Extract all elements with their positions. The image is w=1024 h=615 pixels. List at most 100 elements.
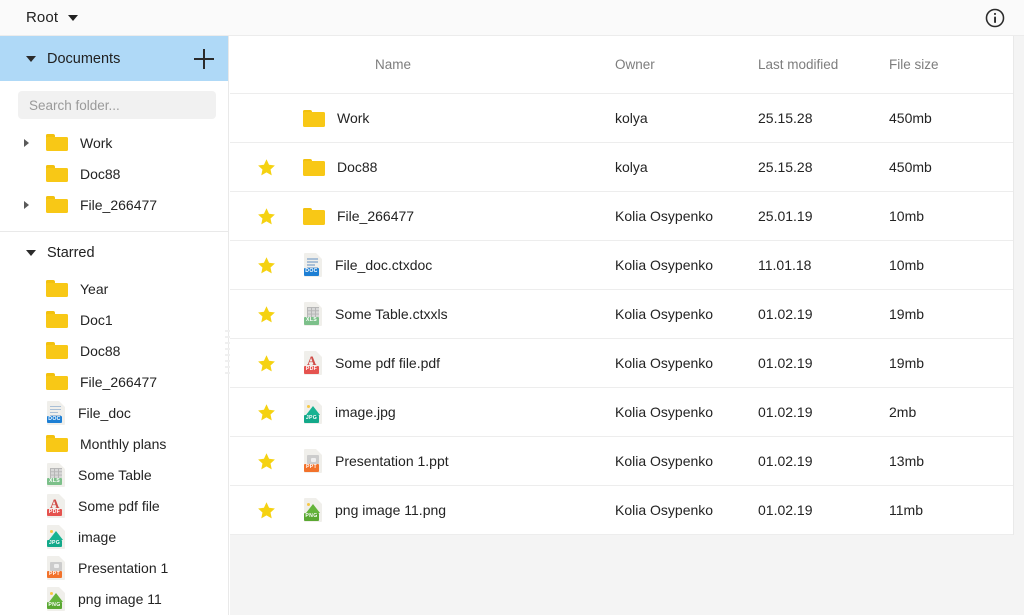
sidebar-starred-item[interactable]: Doc88 [0,335,228,366]
row-star-cell[interactable] [230,452,303,471]
expand-triangle-icon[interactable] [24,138,29,147]
table-row[interactable]: JPG image.jpg Kolia Osypenko 01.02.19 2mb [230,388,1013,437]
table-header-size[interactable]: File size [889,57,1009,72]
table-row[interactable]: Doc88 kolya 25.15.28 450mb [230,143,1013,192]
row-modified-label: 01.02.19 [758,404,813,420]
table-row[interactable]: File_266477 Kolia Osypenko 25.01.19 10mb [230,192,1013,241]
info-circle-icon[interactable] [983,6,1007,30]
xls-file-icon: XLS [303,302,323,326]
tree-item-label: png image 11 [78,590,162,607]
row-star-cell[interactable] [230,158,303,177]
row-name-cell: PPT Presentation 1.ppt [303,449,615,473]
tree-item-label: Some pdf file [78,497,160,514]
sidebar-starred-item[interactable]: A PDF Some pdf file [0,490,228,521]
row-size-label: 13mb [889,453,925,469]
sidebar-starred-item[interactable]: PNG png image 11 [0,583,228,614]
table-row[interactable]: Work kolya 25.15.28 450mb [230,94,1013,143]
root-dropdown[interactable]: Root [22,6,82,29]
star-icon[interactable] [257,158,276,177]
table-body: Work kolya 25.15.28 450mb Doc88 kolya 25.15.28… [230,94,1013,535]
tree-item-label: File_doc [78,404,131,421]
plus-icon[interactable] [194,48,214,69]
sidebar-starred-item[interactable]: XLS Some Table [0,459,228,490]
table-row[interactable]: A PDF Some pdf file.pdf Kolia Osypenko 01.02… [230,339,1013,388]
row-modified-label: 01.02.19 [758,306,813,322]
star-icon[interactable] [257,501,276,520]
star-icon[interactable] [257,305,276,324]
folder-icon [46,342,68,359]
sidebar-section-starred[interactable]: Starred [0,232,228,273]
row-name-cell: PNG png image 11.png [303,498,615,522]
sidebar-starred-item[interactable]: Monthly plans [0,428,228,459]
row-size-label: 10mb [889,257,925,273]
sidebar-starred-item[interactable]: Doc1 [0,304,228,335]
table-row[interactable]: DOC File_doc.ctxdoc Kolia Osypenko 11.01.18… [230,241,1013,290]
folder-icon [46,311,68,328]
star-icon[interactable] [257,354,276,373]
star-icon[interactable] [257,452,276,471]
row-star-cell[interactable] [230,256,303,275]
row-owner-label: Kolia Osypenko [615,355,714,371]
sidebar-starred-item[interactable]: File_266477 [0,366,228,397]
table-row[interactable]: XLS Some Table.ctxxls Kolia Osypenko 01.02.… [230,290,1013,339]
starred-tree: Year Doc1 Doc88 File_266477 DOC File_doc Month… [0,273,228,615]
tree-item-label: File_266477 [80,196,158,213]
folder-icon [303,158,325,176]
star-icon[interactable] [257,256,276,275]
table-header-modified[interactable]: Last modified [758,57,889,72]
table-header-owner[interactable]: Owner [615,57,758,72]
jpg-file-icon: JPG [303,400,323,424]
row-owner-label: Kolia Osypenko [615,502,714,518]
row-star-cell[interactable] [230,354,303,373]
star-icon[interactable] [257,207,276,226]
sidebar-documents-item[interactable]: Doc88 [0,158,228,189]
root-label: Root [26,9,59,26]
row-owner-label: Kolia Osypenko [615,257,714,273]
row-star-cell[interactable] [230,305,303,324]
table-header-row: Name Owner Last modified File size [230,36,1013,94]
row-size-label: 11mb [889,502,923,518]
folder-icon [46,435,68,452]
table-row[interactable]: PPT Presentation 1.ppt Kolia Osypenko 01.02… [230,437,1013,486]
tree-item-label: Some Table [78,466,152,483]
expand-triangle-icon[interactable] [24,200,29,209]
triangle-down-icon [26,249,36,256]
folder-icon [46,280,68,297]
table-header-name[interactable]: Name [303,57,615,72]
row-owner-label: Kolia Osypenko [615,306,714,322]
sidebar-starred-item[interactable]: PPT Presentation 1 [0,552,228,583]
sidebar-section-documents-label: Documents [47,50,121,67]
tree-item-label: image [78,528,117,545]
sidebar-documents-item[interactable]: File_266477 [0,189,228,220]
folder-icon [303,109,325,127]
star-icon[interactable] [257,403,276,422]
sidebar-section-documents[interactable]: Documents [0,36,228,81]
row-modified-label: 25.15.28 [758,159,813,175]
row-name-label: Work [337,110,370,126]
folder-icon [303,207,325,225]
row-name-label: File_doc.ctxdoc [335,257,433,273]
row-star-cell[interactable] [230,501,303,520]
row-name-cell: A PDF Some pdf file.pdf [303,351,615,375]
sidebar-starred-item[interactable]: JPG image [0,521,228,552]
search-input[interactable] [18,91,216,119]
triangle-down-icon [26,55,36,62]
row-modified-label: 01.02.19 [758,453,813,469]
row-name-label: File_266477 [337,208,415,224]
row-name-cell: DOC File_doc.ctxdoc [303,253,615,277]
sidebar-starred-item[interactable]: Year [0,273,228,304]
row-name-label: Doc88 [337,159,378,175]
folder-icon [46,373,68,390]
table-row[interactable]: PNG png image 11.png Kolia Osypenko 01.02.1… [230,486,1013,535]
tree-item-label: Doc88 [80,165,121,182]
folder-icon [46,196,68,213]
row-star-cell[interactable] [230,207,303,226]
row-star-cell[interactable] [230,403,303,422]
sidebar-starred-item[interactable]: DOC File_doc [0,397,228,428]
file-manager-app: Root Documents Work Doc88 File_266477 Star… [0,0,1024,615]
row-modified-label: 01.02.19 [758,355,813,371]
sidebar-documents-item[interactable]: Work [0,127,228,158]
pdf-file-icon: A PDF [46,493,66,518]
row-name-cell: Work [303,109,615,127]
row-size-label: 19mb [889,355,925,371]
